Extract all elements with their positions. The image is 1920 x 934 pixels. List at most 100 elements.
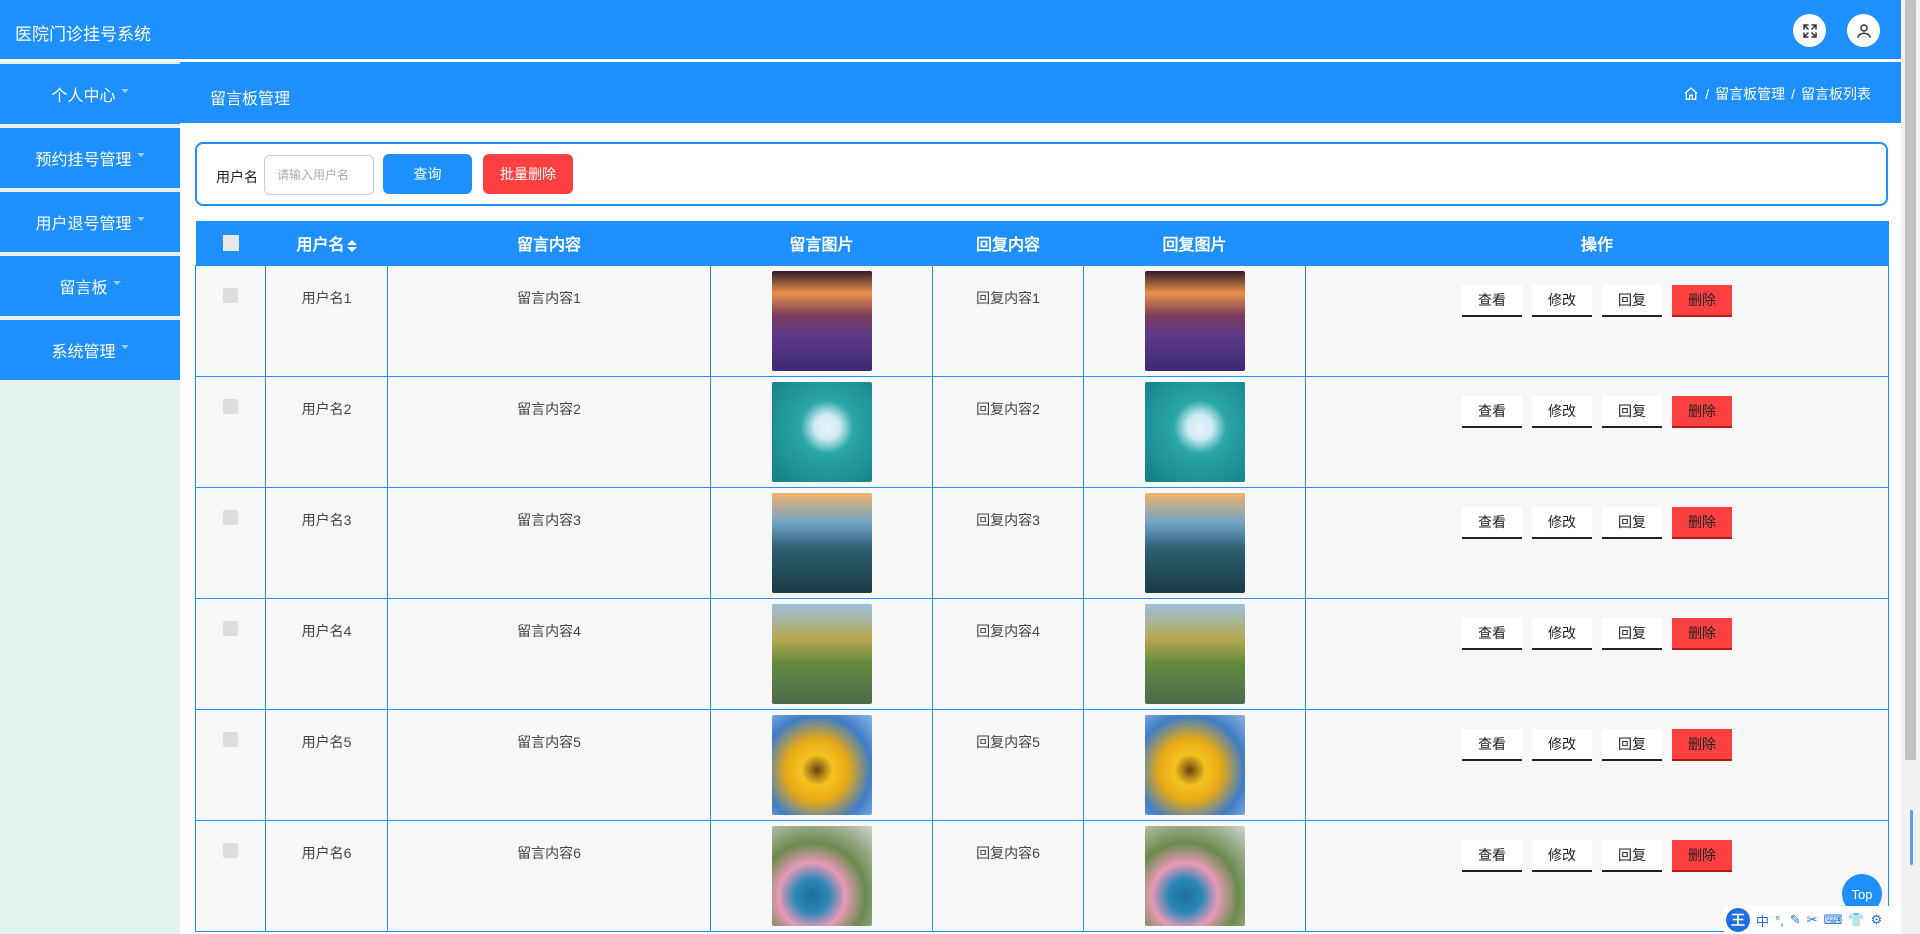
delete-button[interactable]: 删除: [1672, 839, 1732, 872]
row-checkbox[interactable]: [223, 842, 238, 858]
page-header: 留言板管理 / 留言板管理 / 留言板列表: [180, 62, 1901, 123]
edit-button[interactable]: 修改: [1532, 506, 1592, 539]
row-select-cell[interactable]: [195, 597, 266, 710]
breadcrumb-separator: /: [1705, 86, 1710, 102]
sidebar-item-personal-center[interactable]: 个人中心: [0, 64, 180, 124]
row-select-cell[interactable]: [195, 819, 266, 932]
query-button[interactable]: 查询: [383, 154, 472, 194]
username-search-input[interactable]: [264, 155, 374, 195]
row-checkbox[interactable]: [223, 398, 238, 414]
reply-cell: 回复内容3: [932, 486, 1084, 599]
top-navbar: 医院门诊挂号系统: [0, 0, 1901, 59]
ime-keyboard-icon[interactable]: ⌨: [1824, 912, 1843, 928]
row-select-cell[interactable]: [195, 264, 266, 377]
white-flower-image[interactable]: [1144, 381, 1245, 482]
edit-button[interactable]: 修改: [1532, 395, 1592, 428]
sidebar-item-cancellation[interactable]: 用户退号管理: [0, 192, 180, 252]
breadcrumb-item-current: 留言板列表: [1801, 86, 1871, 102]
app-title: 医院门诊挂号系统: [15, 25, 151, 44]
edit-button[interactable]: 修改: [1532, 617, 1592, 650]
batch-delete-button[interactable]: 批量删除: [483, 154, 573, 194]
row-select-cell[interactable]: [195, 486, 266, 599]
sunflowers-image[interactable]: [1144, 714, 1245, 815]
scrollbar-thumb[interactable]: [1905, 0, 1916, 760]
row-select-cell[interactable]: [195, 375, 266, 488]
message-image-cell: [710, 819, 933, 932]
flower-pot-image[interactable]: [1144, 825, 1245, 926]
lake-town-image[interactable]: [771, 492, 872, 593]
reply-button[interactable]: 回复: [1602, 395, 1662, 428]
column-header-username[interactable]: 用户名: [265, 221, 388, 265]
content-cell: 留言内容2: [387, 375, 711, 488]
delete-button[interactable]: 删除: [1672, 728, 1732, 761]
ime-pen-icon[interactable]: ✎: [1790, 912, 1801, 928]
scroll-indicator: [1910, 810, 1913, 865]
lavender-field-image[interactable]: [771, 270, 872, 371]
delete-button[interactable]: 删除: [1672, 617, 1732, 650]
table-header-row: 用户名 留言内容 留言图片 回复内容 回复图片 操作: [195, 221, 1889, 265]
row-checkbox[interactable]: [223, 620, 238, 636]
column-header-content: 留言内容: [387, 221, 711, 265]
row-checkbox[interactable]: [223, 509, 238, 525]
sidebar-item-appointment[interactable]: 预约挂号管理: [0, 128, 180, 188]
reply-button[interactable]: 回复: [1602, 728, 1662, 761]
flower-pot-image[interactable]: [771, 825, 872, 926]
delete-button[interactable]: 删除: [1672, 506, 1732, 539]
ime-punct-icon[interactable]: °,: [1775, 913, 1784, 928]
row-checkbox[interactable]: [223, 287, 238, 303]
reply-button[interactable]: 回复: [1602, 506, 1662, 539]
sunflowers-image[interactable]: [771, 714, 872, 815]
ime-lang-toggle[interactable]: 中: [1756, 911, 1769, 930]
view-button[interactable]: 查看: [1462, 506, 1522, 539]
ime-settings-icon[interactable]: ⚙: [1871, 912, 1883, 928]
table-row: 用户名5 留言内容5 回复内容5 查看 修改 回复 删除: [195, 708, 1889, 821]
reply-cell: 回复内容1: [932, 264, 1084, 377]
reply-cell: 回复内容2: [932, 375, 1084, 488]
reply-button[interactable]: 回复: [1602, 284, 1662, 317]
user-avatar-button[interactable]: [1847, 14, 1880, 47]
message-image-cell: [710, 486, 933, 599]
username-cell: 用户名3: [265, 486, 388, 599]
ime-skin-icon[interactable]: 👕: [1848, 912, 1864, 928]
view-button[interactable]: 查看: [1462, 617, 1522, 650]
sidebar-item-system[interactable]: 系统管理: [0, 320, 180, 380]
white-flower-image[interactable]: [771, 381, 872, 482]
sidebar-item-message-board[interactable]: 留言板: [0, 256, 180, 316]
view-button[interactable]: 查看: [1462, 284, 1522, 317]
sidebar-item-label: 系统管理: [51, 344, 116, 361]
delete-button[interactable]: 删除: [1672, 395, 1732, 428]
view-button[interactable]: 查看: [1462, 839, 1522, 872]
autumn-lake-image[interactable]: [771, 603, 872, 704]
home-icon[interactable]: [1683, 86, 1699, 102]
delete-button[interactable]: 删除: [1672, 284, 1732, 317]
edit-button[interactable]: 修改: [1532, 728, 1592, 761]
edit-button[interactable]: 修改: [1532, 839, 1592, 872]
actions-cell: 查看 修改 回复 删除: [1305, 486, 1889, 599]
row-checkbox[interactable]: [223, 731, 238, 747]
row-select-cell[interactable]: [195, 708, 266, 821]
edit-button[interactable]: 修改: [1532, 284, 1592, 317]
content-cell: 留言内容6: [387, 819, 711, 932]
actions-cell: 查看 修改 回复 删除: [1305, 375, 1889, 488]
reply-image-cell: [1083, 708, 1306, 821]
breadcrumb-item[interactable]: 留言板管理: [1715, 84, 1785, 104]
reply-cell: 回复内容5: [932, 708, 1084, 821]
column-header-image: 留言图片: [710, 221, 933, 265]
view-button[interactable]: 查看: [1462, 728, 1522, 761]
sort-icon[interactable]: [346, 239, 357, 252]
view-button[interactable]: 查看: [1462, 395, 1522, 428]
lavender-field-image[interactable]: [1144, 270, 1245, 371]
lake-town-image[interactable]: [1144, 492, 1245, 593]
reply-button[interactable]: 回复: [1602, 839, 1662, 872]
table-row: 用户名3 留言内容3 回复内容3 查看 修改 回复 删除: [195, 486, 1889, 599]
chevron-down-icon: [120, 89, 129, 93]
fullscreen-button[interactable]: [1793, 14, 1826, 47]
ime-logo-icon[interactable]: 王: [1726, 908, 1750, 932]
reply-button[interactable]: 回复: [1602, 617, 1662, 650]
select-all-checkbox[interactable]: [222, 234, 239, 251]
ime-scissors-icon[interactable]: ✂: [1807, 912, 1818, 928]
ime-toolbar: 王 中 °, ✎ ✂ ⌨ 👕 ⚙: [1724, 906, 1920, 934]
select-all-header[interactable]: [195, 221, 266, 265]
column-header-reply-image: 回复图片: [1083, 221, 1306, 265]
autumn-lake-image[interactable]: [1144, 603, 1245, 704]
